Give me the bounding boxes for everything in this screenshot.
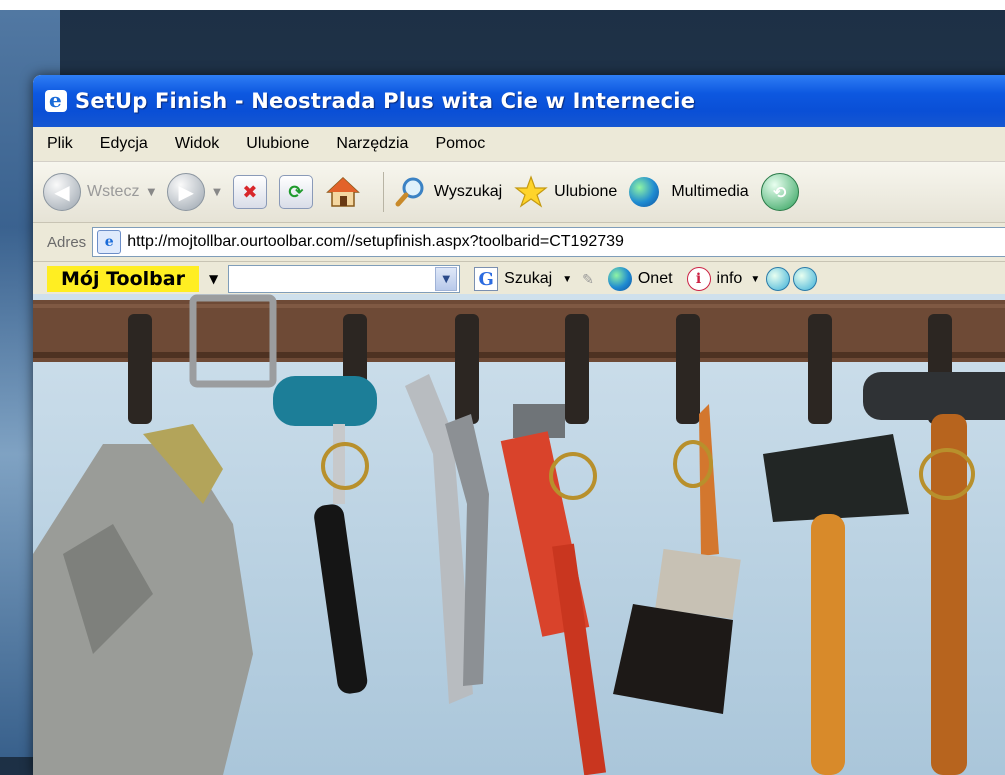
menu-tools[interactable]: Narzędzia (336, 135, 408, 153)
ie-title-icon (45, 88, 67, 112)
menu-view[interactable]: Widok (175, 135, 219, 153)
menu-edit[interactable]: Edycja (100, 135, 148, 153)
browser-window: SetUp Finish - Neostrada Plus wita Cie w… (33, 75, 1005, 775)
toolbar-separator (382, 172, 384, 212)
back-button[interactable]: ◀ Wstecz ▼ (43, 173, 155, 211)
info-dropdown-icon[interactable]: ▼ (750, 274, 760, 285)
onet-globe-icon (607, 267, 632, 291)
brand-dropdown-icon[interactable]: ▼ (209, 272, 218, 286)
szukaj-label: Szukaj (504, 270, 553, 287)
info-button[interactable]: i info ▼ (686, 267, 760, 291)
address-bar: Adres e http://mojtollbar.ourtoolbar.com… (33, 223, 1005, 262)
back-label: Wstecz (87, 183, 140, 200)
highlighter-icon[interactable]: ✎ (582, 271, 594, 288)
media-globe-icon (629, 177, 660, 207)
address-label: Adres (47, 233, 87, 251)
home-button[interactable] (325, 175, 361, 209)
stop-media-icon[interactable] (793, 267, 818, 291)
back-arrow-icon: ◀ (43, 173, 81, 211)
szukaj-button[interactable]: G Szukaj ▼ ✎ (474, 267, 594, 291)
search-combo-dropdown-icon[interactable]: ▼ (435, 267, 458, 291)
favorites-label: Ulubione (554, 183, 618, 200)
tools-illustration (33, 294, 1005, 775)
menu-bar: Plik Edycja Widok Ulubione Narzędzia Pom… (33, 127, 1005, 162)
info-label: info (716, 270, 743, 287)
onet-button[interactable]: Onet (607, 267, 673, 291)
page-content-image (33, 294, 1005, 775)
info-icon: i (686, 267, 711, 291)
history-button[interactable]: ⟲ (760, 173, 799, 211)
menu-help[interactable]: Pomoc (435, 135, 485, 153)
stop-button[interactable]: ✖ (232, 175, 267, 209)
onet-label: Onet (637, 270, 673, 287)
title-bar[interactable]: SetUp Finish - Neostrada Plus wita Cie w… (33, 75, 1005, 127)
menu-favorites[interactable]: Ulubione (246, 135, 309, 153)
address-url: http://mojtollbar.ourtoolbar.com//setupf… (127, 233, 624, 250)
search-label: Wyszukaj (433, 183, 503, 200)
custom-toolbar: Mój Toolbar ▼ ▼ G Szukaj ▼ ✎ Onet i info… (33, 262, 1005, 297)
media-label: Multimedia (671, 183, 749, 200)
szukaj-dropdown-icon[interactable]: ▼ (562, 274, 572, 285)
menu-file[interactable]: Plik (47, 135, 73, 153)
standard-toolbar: ◀ Wstecz ▼ ▶ ▼ ✖ ⟳ Wyszukaj Ulubione Mul… (33, 162, 1005, 223)
toolbar-search-input[interactable]: ▼ (228, 265, 461, 293)
history-icon: ⟲ (760, 173, 799, 211)
forward-button[interactable]: ▶ ▼ (167, 173, 221, 211)
forward-arrow-icon: ▶ (167, 173, 206, 211)
favorites-star-icon (514, 175, 548, 208)
back-dropdown-icon[interactable]: ▼ (147, 187, 155, 198)
ie-page-icon: e (97, 230, 122, 254)
background-top-strip (0, 0, 1005, 10)
media-button[interactable]: Multimedia (629, 177, 749, 207)
refresh-icon: ⟳ (278, 175, 313, 209)
custom-toolbar-brand[interactable]: Mój Toolbar (47, 266, 199, 292)
google-g-icon: G (474, 267, 499, 291)
search-button[interactable]: Wyszukaj (394, 175, 502, 209)
forward-dropdown-icon[interactable]: ▼ (213, 187, 221, 198)
favorites-button[interactable]: Ulubione (514, 175, 617, 209)
refresh-button[interactable]: ⟳ (278, 175, 313, 209)
window-title: SetUp Finish - Neostrada Plus wita Cie w… (75, 89, 696, 113)
stop-icon: ✖ (232, 175, 267, 209)
play-icon[interactable] (766, 267, 791, 291)
home-icon (325, 176, 360, 207)
address-input[interactable]: e http://mojtollbar.ourtoolbar.com//setu… (92, 227, 1005, 257)
media-controls (766, 267, 820, 291)
search-magnifier-icon (395, 177, 424, 207)
